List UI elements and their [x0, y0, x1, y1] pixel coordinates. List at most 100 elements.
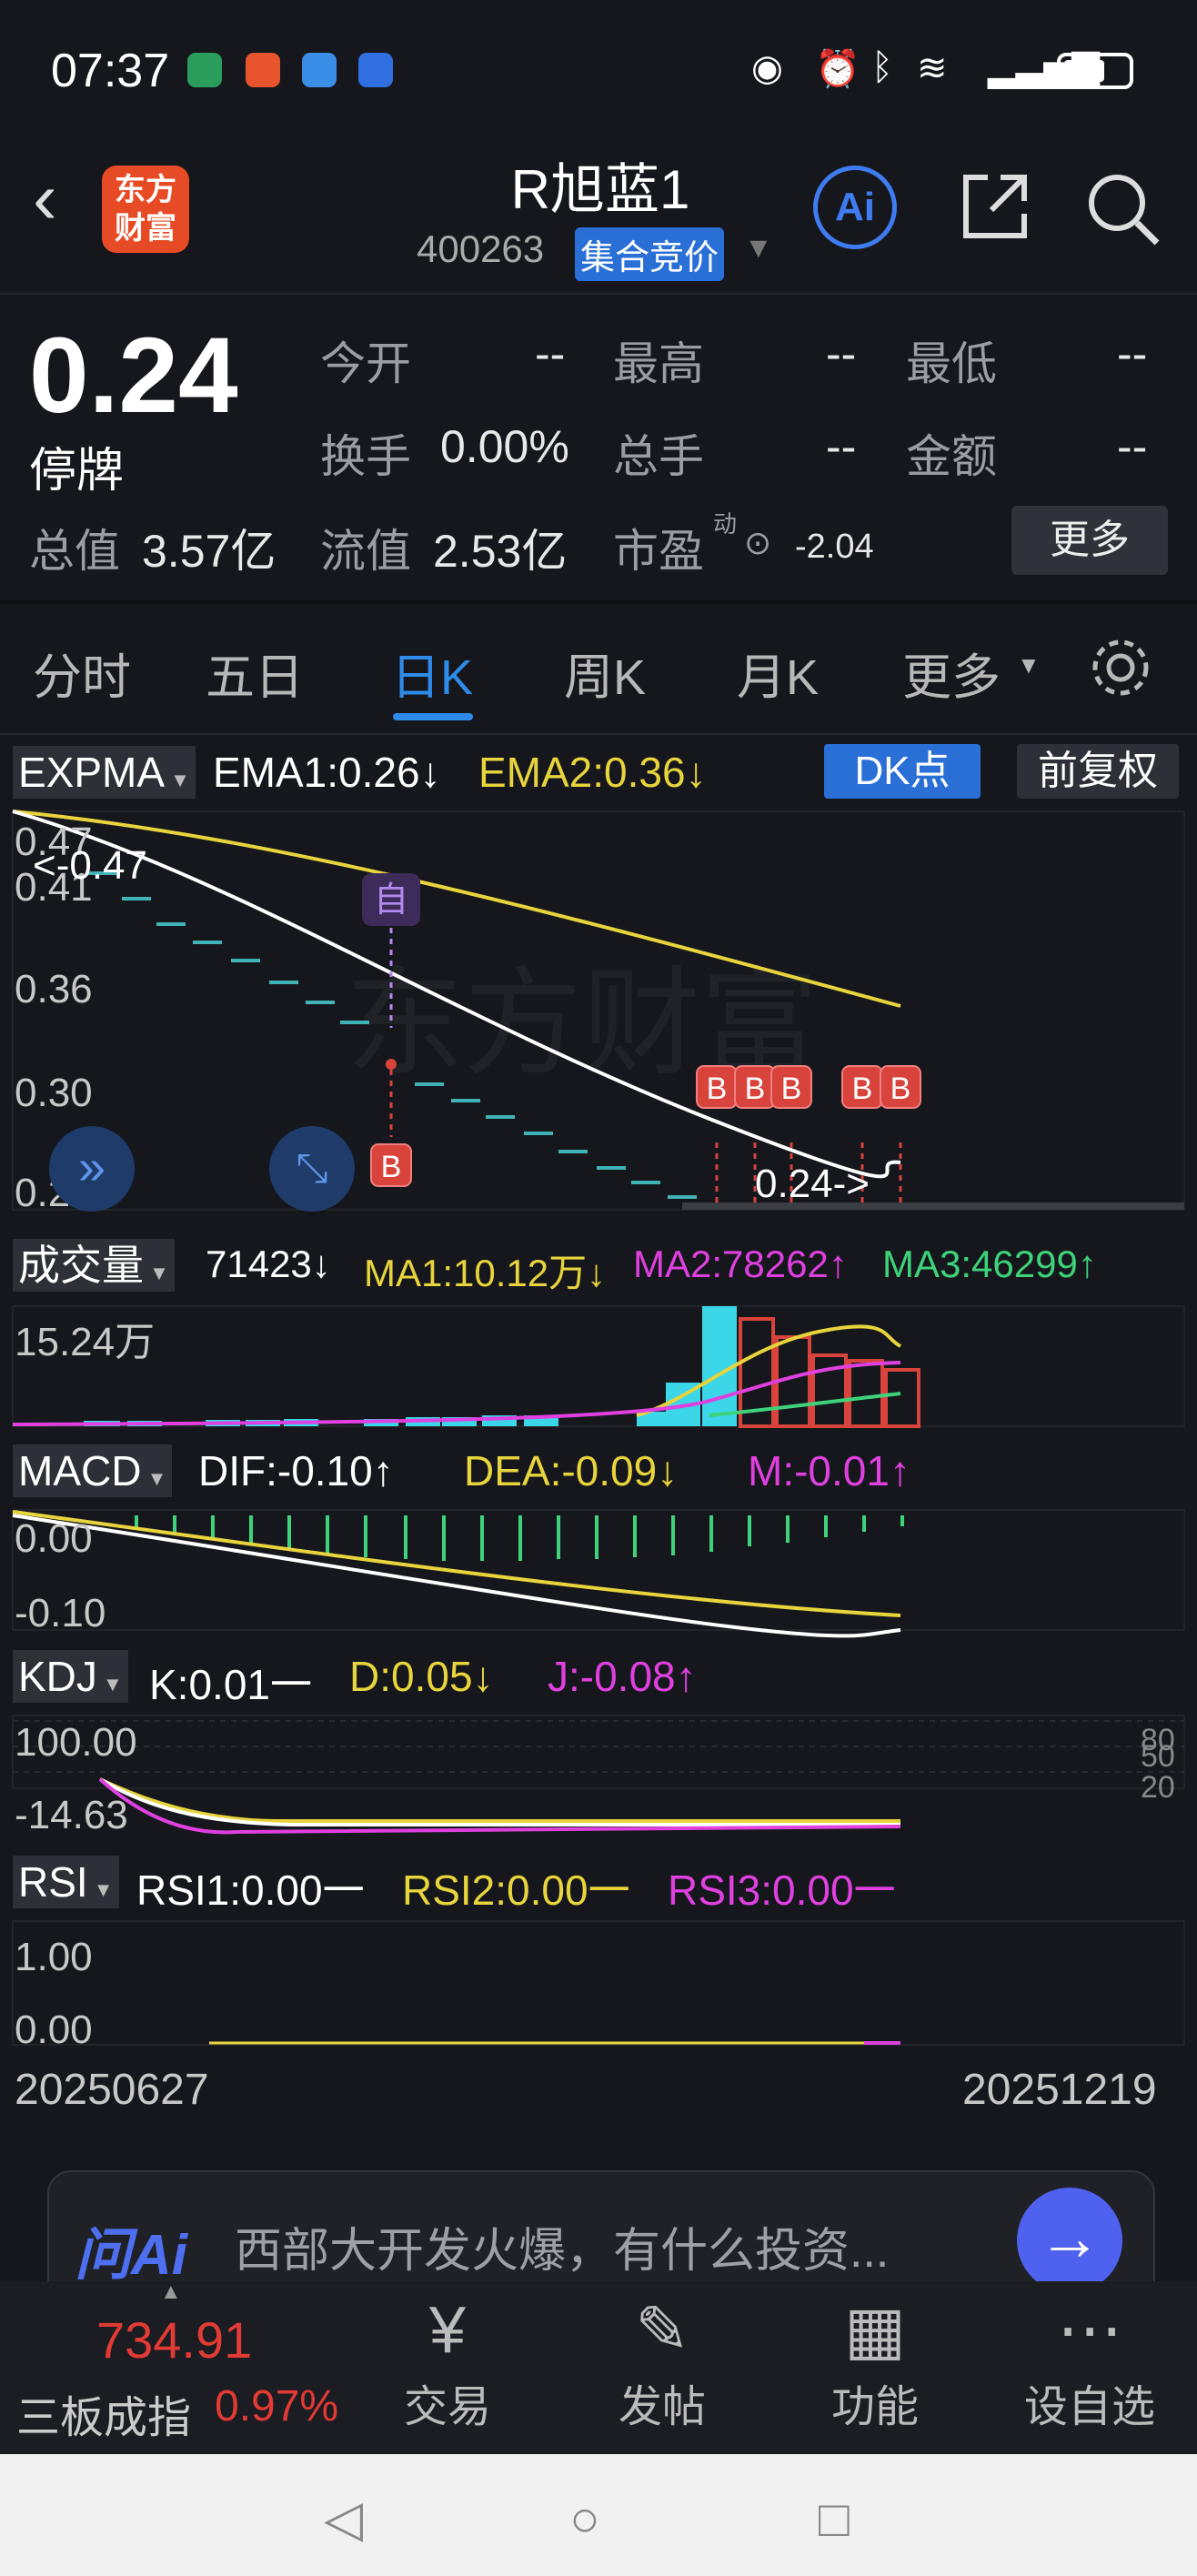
divider	[0, 733, 1197, 735]
kdj-j: J:-0.08↑	[548, 1653, 697, 1700]
volume-label: 总手	[613, 431, 704, 482]
settings-icon[interactable]	[1086, 633, 1155, 707]
svg-text:B: B	[852, 1072, 873, 1106]
volume-value: --	[826, 421, 857, 472]
open-label: 今开	[320, 338, 411, 389]
wifi-icon: ≋	[917, 48, 948, 88]
tab-daily-k[interactable]: 日K	[391, 637, 473, 709]
app-notification-icon	[187, 53, 222, 87]
grid-icon: ▦	[843, 2294, 907, 2367]
status-time: 07:37	[51, 45, 170, 97]
ema1-value: EMA1:0.26↓	[213, 749, 441, 796]
kdj-label: KDJ	[18, 1653, 97, 1700]
more-dots-icon: ⋯	[1057, 2294, 1122, 2367]
ai-prompt-placeholder[interactable]: 西部大开发火爆，有什么投资...	[235, 2212, 889, 2280]
tab-five-day[interactable]: 五日	[206, 637, 304, 709]
tab-intraday[interactable]: 分时	[33, 637, 131, 709]
buy-marker: B	[880, 1065, 921, 1109]
turnover-label: 换手	[320, 431, 411, 482]
macd-label: MACD	[18, 1447, 142, 1494]
tab-weekly-k[interactable]: 周K	[564, 637, 646, 709]
kr2: 20	[1141, 1770, 1175, 1805]
float-mv-label: 流值	[320, 526, 411, 577]
lastNote: 0.24->	[755, 1162, 870, 1206]
kr1: 50	[1141, 1739, 1175, 1774]
recents-square-icon[interactable]: □	[819, 2489, 850, 2548]
dk-point-button[interactable]: DK点	[824, 744, 981, 799]
total-mv-value: 3.57亿	[142, 526, 277, 577]
amount-value: --	[1117, 421, 1148, 472]
float-mv-value: 2.53亿	[433, 526, 568, 577]
svg-text:B: B	[745, 1072, 766, 1106]
low-label: 最低	[906, 338, 997, 389]
index-name[interactable]: 三板成指	[16, 2381, 191, 2445]
nav-post[interactable]: ✎ 发帖	[580, 2290, 744, 2434]
app-logo: 东方财富	[102, 166, 189, 253]
volume-ma3: MA3:46299↑	[882, 1243, 1097, 1285]
pe-value: -2.04	[795, 528, 874, 566]
high-label: 最高	[613, 338, 704, 389]
back-triangle-icon[interactable]: ◁	[324, 2489, 363, 2549]
more-button[interactable]: 更多	[1011, 506, 1168, 575]
fullscreen-icon[interactable]: ⤡	[269, 1126, 355, 1212]
rsi-selector[interactable]: RSI ▼	[13, 1856, 119, 1908]
my0: 0.00	[15, 1516, 93, 1561]
chevron-down-icon[interactable]: ▼	[1017, 651, 1041, 679]
volTick: 15.24万	[15, 1320, 155, 1364]
stock-code: 400263	[417, 227, 545, 270]
rsi3-value: RSI3:0.00一	[668, 1867, 896, 1914]
volume-selector[interactable]: 成交量 ▼	[13, 1239, 175, 1292]
send-arrow-icon[interactable]: →	[1017, 2188, 1122, 2293]
nav-trade[interactable]: ¥ 交易	[366, 2290, 529, 2434]
svg-text:B: B	[781, 1072, 802, 1106]
index-value: 734.91	[96, 2311, 253, 2369]
expma-label: EXPMA	[18, 749, 166, 796]
macd-selector[interactable]: MACD ▼	[13, 1444, 173, 1497]
divider	[0, 600, 1197, 604]
active-tab-indicator	[393, 713, 473, 720]
buy-marker: B	[734, 1065, 776, 1109]
ai-logo: 问Ai	[75, 2224, 188, 2287]
app-notification-icon	[246, 53, 280, 87]
pe-label: 市盈	[613, 526, 704, 577]
expma-selector[interactable]: EXPMA ▼	[13, 746, 196, 799]
ky1: -14.63	[15, 1793, 128, 1837]
buy-marker: B	[370, 1143, 412, 1187]
kdj-d: D:0.05↓	[349, 1653, 494, 1700]
kdj-selector[interactable]: KDJ ▼	[13, 1650, 128, 1703]
ai-button[interactable]: Ai	[813, 166, 897, 249]
battery-icon	[1057, 53, 1133, 89]
chevron-down-icon[interactable]: ▼	[744, 231, 773, 265]
nav-add-watchlist[interactable]: ⋯ 设自选	[1008, 2290, 1172, 2434]
kdj-panel	[12, 1715, 1185, 1789]
high-value: --	[826, 328, 857, 379]
turnover-value: 0.00%	[440, 421, 569, 472]
rsi1-value: RSI1:0.00一	[136, 1867, 365, 1914]
trade-icon: ¥	[428, 2294, 467, 2367]
share-icon[interactable]	[957, 168, 1033, 258]
volume-value: 71423↓	[206, 1243, 331, 1285]
low-value: --	[1117, 328, 1148, 379]
nav-post-label: 发帖	[618, 2383, 706, 2431]
ey2: 0.36	[15, 967, 93, 1011]
macd-dif: DIF:-0.10↑	[198, 1447, 394, 1494]
tab-monthly-k[interactable]: 月K	[737, 637, 819, 709]
search-icon[interactable]	[1082, 168, 1164, 264]
stock-title: R旭蓝1	[510, 159, 690, 220]
app-notification-icon	[358, 53, 393, 87]
ry0: 1.00	[15, 1935, 93, 1979]
amount-label: 金额	[906, 431, 997, 482]
status-bar: 07:37 ◉ ⏰ ᛒ ≋ ▂▃▅▇	[0, 0, 1197, 136]
back-icon[interactable]: ‹	[33, 162, 57, 235]
ema2-value: EMA2:0.36↓	[478, 749, 707, 796]
tab-more[interactable]: 更多	[902, 637, 1001, 709]
auction-badge[interactable]: 集合竞价	[575, 227, 725, 281]
home-circle-icon[interactable]: ○	[569, 2489, 600, 2548]
adjust-button[interactable]: 前复权	[1017, 744, 1179, 799]
highNote: <-0.47	[33, 843, 147, 888]
macd-dea: DEA:-0.09↓	[464, 1447, 679, 1494]
info-icon[interactable]: ⊙	[744, 524, 771, 562]
expand-left-icon[interactable]: »	[49, 1126, 135, 1212]
chevron-up-icon[interactable]: ▲	[160, 2279, 182, 2305]
nav-function[interactable]: ▦ 功能	[793, 2290, 957, 2434]
